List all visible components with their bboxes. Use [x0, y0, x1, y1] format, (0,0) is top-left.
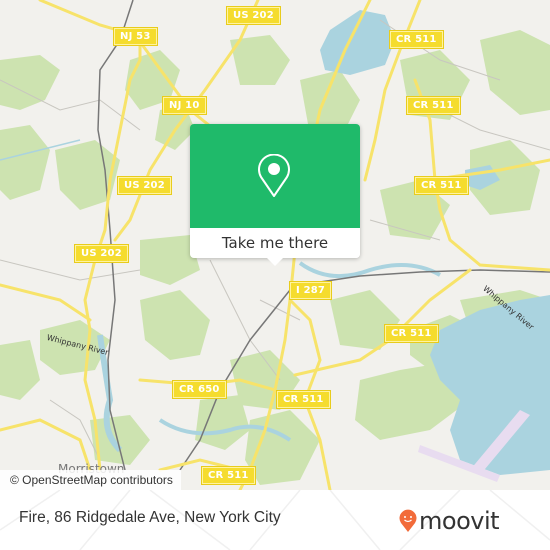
moovit-smiley-pin-icon: [399, 509, 417, 532]
road-shield-nj-10: NJ 10: [163, 97, 206, 114]
road-shield-cr-511: CR 511: [415, 177, 468, 194]
footer: Fire, 86 Ridgedale Ave, New York City mo…: [0, 490, 550, 550]
road-shield-nj-53: NJ 53: [114, 28, 157, 45]
road-shield-cr-511: CR 511: [390, 31, 443, 48]
road-shield-cr-511: CR 511: [407, 97, 460, 114]
road-shield-i-287: I 287: [290, 282, 332, 299]
road-shield-us-202: US 202: [118, 177, 171, 194]
map[interactable]: US 202 NJ 53 CR 511 NJ 10 CR 511 US 202 …: [0, 0, 550, 490]
road-shield-cr-511: CR 511: [385, 325, 438, 342]
road-shield-cr-511: CR 511: [277, 391, 330, 408]
road-shield-cr-511: CR 511: [202, 467, 255, 484]
take-me-there-button[interactable]: Take me there: [190, 228, 360, 258]
road-shield-cr-650: CR 650: [173, 381, 226, 398]
road-shield-us-202: US 202: [227, 7, 280, 24]
map-pin-icon: [258, 154, 290, 197]
map-attribution[interactable]: © OpenStreetMap contributors: [0, 470, 181, 490]
destination-address: Fire, 86 Ridgedale Ave, New York City: [19, 509, 281, 526]
moovit-wordmark: moovit: [419, 507, 500, 535]
destination-popup: Take me there: [190, 124, 360, 266]
road-shield-us-202: US 202: [75, 245, 128, 262]
popup-header: [190, 124, 360, 228]
popup-pointer: [267, 258, 283, 266]
